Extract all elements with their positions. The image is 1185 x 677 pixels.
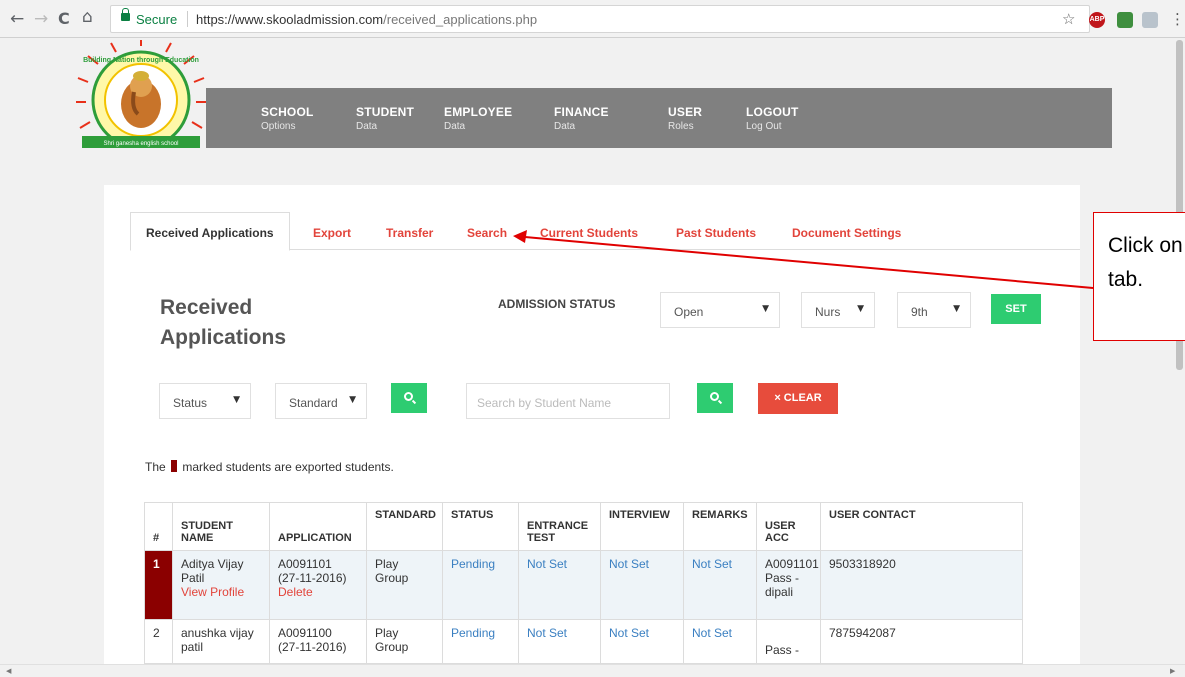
annotation-arrow — [513, 230, 1094, 289]
scroll-left-icon[interactable]: ◀ — [6, 667, 11, 675]
horizontal-scrollbar[interactable]: ◀ ▶ — [0, 664, 1185, 677]
scroll-right-icon[interactable]: ▶ — [1170, 667, 1175, 675]
